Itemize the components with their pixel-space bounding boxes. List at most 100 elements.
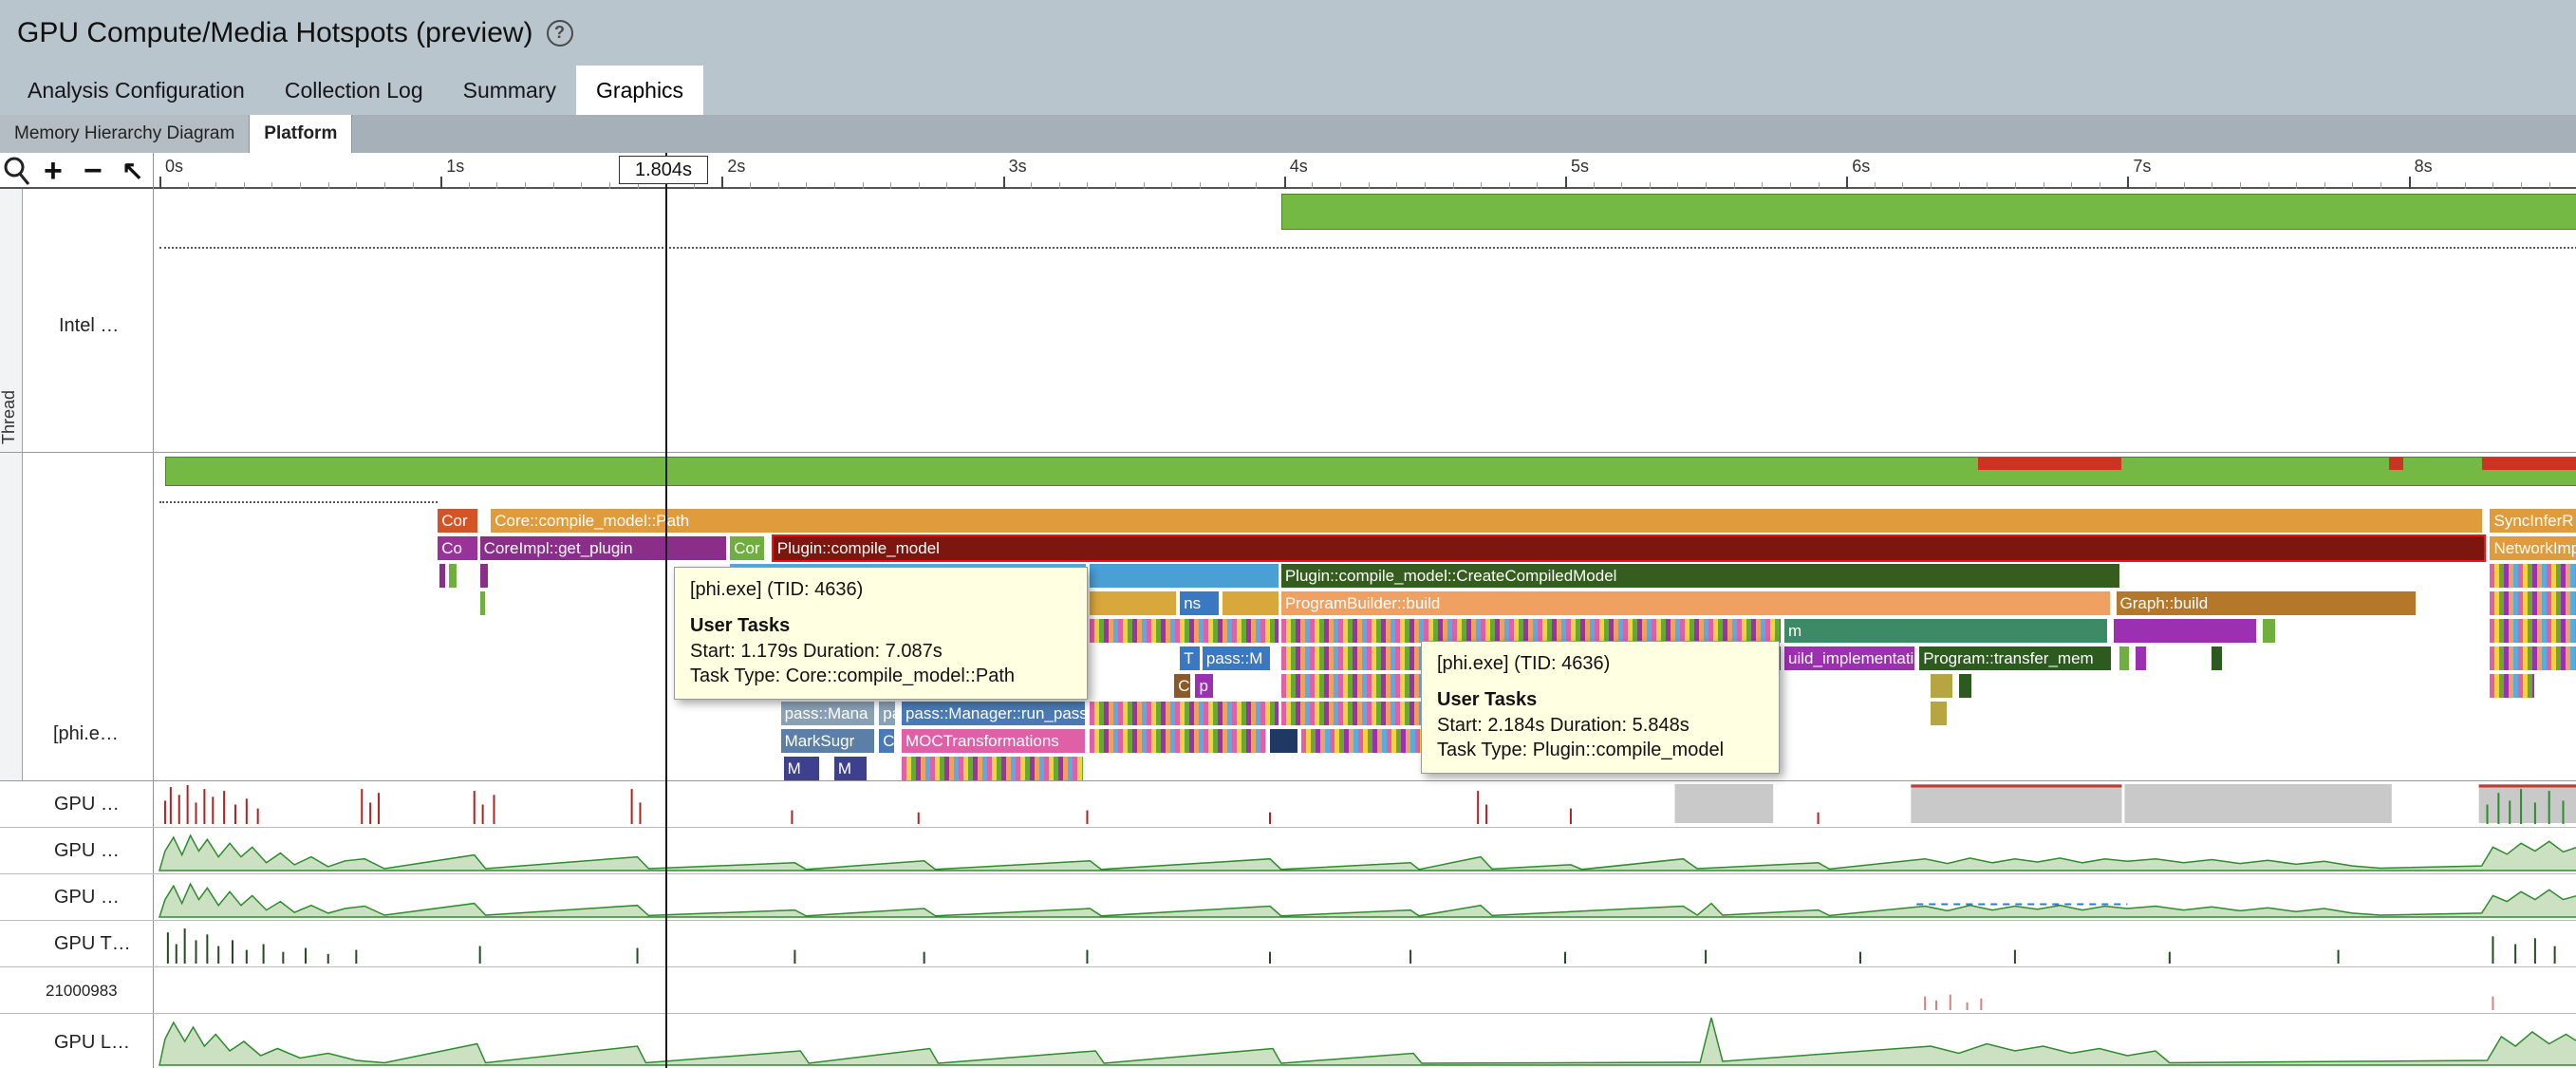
ruler-minor-tick [1819, 182, 1820, 189]
ruler-minor-tick [581, 182, 582, 189]
task-label: Core::compile_model::Path [491, 509, 2482, 533]
task-segment[interactable]: pass [879, 702, 895, 725]
task-segment[interactable]: pass::Mana [781, 702, 874, 725]
task-segment[interactable]: M [834, 757, 868, 780]
task-label: T [1180, 646, 1200, 670]
ruler-minor-tick [1369, 182, 1370, 189]
task-segment[interactable]: p [1195, 674, 1212, 698]
tab-summary[interactable]: Summary [443, 66, 576, 115]
task-segment[interactable]: Core::compile_model::Path [491, 509, 2482, 533]
task-segment[interactable]: Graph::build [2117, 591, 2417, 615]
tab-graphics[interactable]: Graphics [576, 66, 703, 115]
gpu-busy-overlay [2482, 458, 2576, 470]
task-segment[interactable] [2119, 646, 2130, 670]
task-segment[interactable] [2114, 619, 2256, 643]
row-label[interactable]: GPU T… [54, 933, 131, 955]
task-segment[interactable] [1090, 591, 1176, 615]
zoom-reset-button[interactable]: ↖ [121, 153, 143, 189]
task-label: pass::Manager::run_passes [902, 702, 1085, 725]
tab-analysis-configuration[interactable]: Analysis Configuration [8, 66, 265, 115]
task-segment[interactable]: ns [1180, 591, 1218, 615]
row-label[interactable]: 21000983 [46, 982, 118, 1001]
task-segment[interactable]: m [1784, 619, 2107, 643]
row-label[interactable]: GPU L… [54, 1032, 130, 1054]
task-segment[interactable]: pass::Manager::run_passes [902, 702, 1085, 725]
zoom-in-button[interactable]: + [44, 153, 63, 189]
thread-state-line [159, 247, 2576, 249]
task-segment[interactable] [2490, 674, 2533, 698]
task-segment[interactable]: MOCTransformations [902, 729, 1085, 753]
row-label[interactable]: GPU … [54, 887, 120, 909]
help-icon[interactable]: ? [547, 20, 573, 47]
task-segment[interactable] [902, 757, 1084, 780]
task-segment[interactable]: SyncInferR [2490, 509, 2576, 533]
task-segment[interactable] [1959, 674, 1972, 698]
vtune-window: GPU Compute/Media Hotspots (preview) ? A… [0, 0, 2576, 1068]
task-segment[interactable] [1090, 564, 1279, 588]
subtab-memory-hierarchy-diagram[interactable]: Memory Hierarchy Diagram [0, 115, 250, 153]
timeline-cursor[interactable] [665, 153, 667, 1068]
task-segment[interactable] [1223, 591, 1279, 615]
task-segment[interactable] [480, 564, 488, 588]
utilization-bar[interactable] [165, 457, 2576, 486]
task-segment[interactable] [1931, 674, 1952, 698]
ruler-minor-tick [469, 182, 470, 189]
task-segment[interactable] [1090, 729, 1266, 753]
task-segment[interactable]: M [784, 757, 820, 780]
task-segment[interactable] [2490, 619, 2576, 643]
task-label: C [1174, 674, 1190, 698]
task-segment[interactable] [2212, 646, 2222, 670]
ruler-minor-tick [1396, 182, 1397, 189]
ruler-minor-tick [1677, 182, 1678, 189]
task-segment[interactable]: Plugin::compile_model [774, 536, 2484, 560]
task-segment[interactable] [449, 564, 457, 588]
task-segment[interactable]: Program::transfer_mem [1919, 646, 2111, 670]
task-segment[interactable]: Co [438, 536, 477, 560]
row-label[interactable]: Intel … [59, 315, 119, 337]
task-segment[interactable] [2490, 646, 2576, 670]
task-label: MOCTransformations [902, 729, 1085, 753]
task-segment[interactable]: C [1174, 674, 1190, 698]
task-label: MarkSugr [781, 729, 874, 753]
time-ruler[interactable] [0, 153, 2576, 189]
task-segment[interactable]: Cor [730, 536, 764, 560]
subtab-platform[interactable]: Platform [250, 115, 352, 153]
row-label[interactable]: [phi.e… [53, 723, 119, 745]
ruler-minor-tick [496, 182, 497, 189]
task-segment[interactable]: NetworkImp [2490, 536, 2576, 560]
task-segment[interactable]: CoreImpl::get_plugin [480, 536, 727, 560]
task-segment[interactable]: ProgramBuilder::build [1281, 591, 2110, 615]
ruler-tick-label: 7s [2133, 157, 2151, 177]
tooltip-title: [phi.exe] (TID: 4636) [690, 579, 1072, 601]
task-segment[interactable] [480, 591, 485, 615]
task-segment[interactable] [439, 564, 445, 588]
tab-collection-log[interactable]: Collection Log [265, 66, 443, 115]
ruler-minor-tick [2521, 182, 2522, 189]
task-segment[interactable] [1270, 729, 1297, 753]
task-segment[interactable] [1281, 619, 1781, 643]
utilization-bar[interactable] [1281, 194, 2576, 230]
thread-band[interactable]: Thread [0, 189, 23, 780]
cursor-time-label: 1.804s [619, 156, 708, 184]
task-segment[interactable]: Plugin::compile_model::CreateCompiledMod… [1281, 564, 2119, 588]
ruler-minor-tick [1621, 182, 1622, 189]
task-segment[interactable] [2490, 564, 2576, 588]
task-segment[interactable]: T [1180, 646, 1200, 670]
task-segment[interactable]: pass::M [1203, 646, 1271, 670]
task-segment[interactable] [2490, 591, 2576, 615]
task-segment[interactable] [1931, 702, 1947, 725]
zoom-out-button[interactable]: − [84, 153, 103, 189]
ruler-minor-tick [1171, 182, 1172, 189]
ruler-major-tick [1003, 177, 1005, 189]
task-segment[interactable]: MarkSugr [781, 729, 874, 753]
task-segment[interactable] [2136, 646, 2146, 670]
row-label[interactable]: GPU … [54, 794, 120, 815]
task-segment[interactable] [1090, 619, 1279, 643]
row-label[interactable]: GPU … [54, 840, 120, 862]
task-segment[interactable]: uild_implementati [1784, 646, 1914, 670]
zoom-icon[interactable] [2, 155, 32, 187]
task-segment[interactable] [2263, 619, 2276, 643]
task-segment[interactable] [1090, 702, 1279, 725]
task-segment[interactable]: C [879, 729, 893, 753]
task-segment[interactable]: Cor [438, 509, 477, 533]
